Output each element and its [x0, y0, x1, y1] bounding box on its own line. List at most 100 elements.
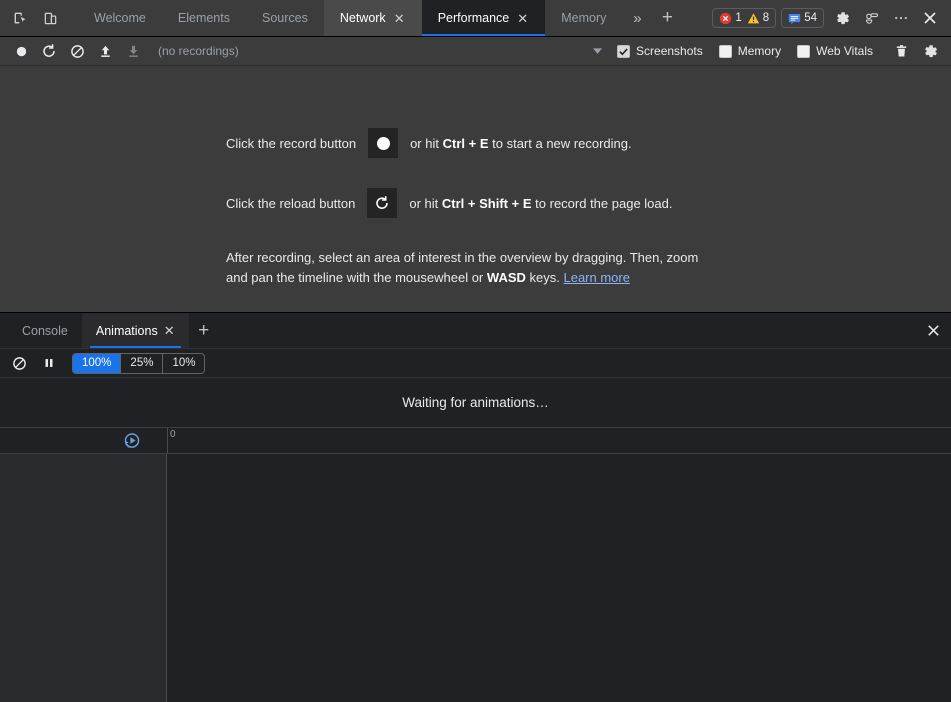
screenshots-checkbox-row[interactable]: Screenshots — [617, 44, 703, 58]
animations-empty-state: Waiting for animations… — [0, 378, 951, 428]
download-icon — [128, 45, 138, 57]
tab-close-icon[interactable]: ✕ — [393, 12, 406, 25]
performance-panel: Click the record button or hit Ctrl + E … — [0, 66, 951, 312]
settings-gear-icon[interactable] — [829, 5, 856, 32]
tab-label: Performance — [437, 11, 510, 25]
message-count: 54 — [804, 12, 817, 24]
more-options-icon[interactable] — [887, 5, 914, 32]
trash-icon — [896, 44, 906, 56]
inline-reload-button[interactable] — [367, 188, 398, 218]
save-profile-button[interactable] — [120, 39, 146, 63]
error-icon — [720, 12, 732, 24]
tab-close-icon[interactable]: ✕ — [516, 12, 529, 25]
tab-performance[interactable]: Performance ✕ — [421, 0, 546, 36]
devtools-main-tabbar: Welcome Elements Sources Network ✕ Perfo… — [0, 0, 951, 37]
inspect-element-icon[interactable] — [6, 4, 34, 32]
performance-landing-page: Click the record button or hit Ctrl + E … — [226, 128, 746, 288]
clear-icon — [70, 44, 84, 58]
clear-all-animations-button[interactable] — [6, 351, 32, 375]
overview-hint-part2: keys. — [529, 270, 560, 285]
reload-icon — [43, 44, 55, 57]
reload-and-record-button[interactable] — [36, 39, 62, 63]
web-vitals-checkbox[interactable] — [797, 44, 811, 58]
tab-label: Elements — [177, 11, 230, 25]
close-devtools-icon[interactable] — [916, 5, 943, 32]
error-counter: 1 — [719, 12, 742, 25]
load-profile-button[interactable] — [92, 39, 118, 63]
drawer-tab-label: Console — [22, 323, 68, 338]
issues-counter-group[interactable]: 1 8 — [712, 8, 777, 28]
playback-speed-group: 100% 25% 10% — [72, 352, 206, 374]
timeline-controls — [0, 428, 167, 453]
history-dropdown-icon[interactable] — [589, 47, 605, 55]
warning-counter: 8 — [747, 12, 769, 25]
drawer-add-tab-icon[interactable]: + — [189, 313, 219, 348]
collect-garbage-button[interactable] — [889, 39, 913, 63]
record-circle-icon — [16, 46, 26, 56]
gear-icon — [924, 44, 937, 57]
tab-memory[interactable]: Memory — [545, 0, 622, 36]
reload-instruction-mid: or hit — [409, 195, 439, 211]
inline-record-button[interactable] — [368, 128, 399, 158]
clear-icon — [12, 356, 26, 370]
animations-toolbar: 100% 25% 10% — [0, 349, 951, 378]
animation-timeline-header: 0 — [0, 428, 951, 454]
messages-counter-group[interactable]: 54 — [781, 8, 824, 28]
learn-more-link[interactable]: Learn more — [563, 270, 629, 285]
performance-toolbar: (no recordings) Screenshots Memory Web V… — [0, 37, 951, 66]
overview-hint-paragraph: After recording, select an area of inter… — [226, 248, 711, 288]
message-bubble-icon — [789, 13, 801, 24]
speed-option-25[interactable]: 25% — [121, 353, 164, 373]
recordings-status-text: (no recordings) — [158, 44, 239, 58]
web-vitals-label: Web Vitals — [816, 44, 873, 58]
speed-option-100[interactable]: 100% — [73, 353, 122, 373]
key-plus: + — [467, 195, 476, 211]
upload-icon — [100, 45, 110, 57]
screenshots-checkbox[interactable] — [617, 44, 631, 58]
reload-instruction-pre: Click the reload button — [226, 195, 356, 211]
memory-checkbox[interactable] — [718, 44, 732, 58]
drawer-close-icon[interactable] — [915, 313, 951, 348]
tab-label: Memory — [561, 11, 607, 25]
drawer-tab-console[interactable]: Console — [8, 313, 82, 348]
message-counter: 54 — [788, 12, 817, 25]
record-instruction-mid: or hit — [410, 135, 439, 151]
pause-icon — [45, 359, 53, 367]
customize-devtools-icon[interactable] — [858, 5, 885, 32]
tab-label: Sources — [261, 11, 308, 25]
tab-label: Network — [339, 11, 386, 25]
more-tabs-icon[interactable]: » — [622, 0, 652, 36]
warning-count: 8 — [762, 12, 770, 24]
tab-network[interactable]: Network ✕ — [323, 0, 422, 36]
pause-all-animations-button[interactable] — [36, 351, 62, 375]
tab-sources[interactable]: Sources — [246, 0, 324, 36]
waiting-text: Waiting for animations… — [402, 395, 549, 410]
devtools-drawer: Console Animations ✕ + 100% 25% 10% Wait… — [0, 312, 951, 702]
timeline-tick-label: 0 — [170, 429, 176, 440]
key-plus: + — [511, 195, 520, 211]
capture-settings-button[interactable] — [917, 39, 943, 63]
main-tab-list: Welcome Elements Sources Network ✕ Perfo… — [78, 0, 682, 36]
drawer-tabbar: Console Animations ✕ + — [0, 313, 951, 349]
key-ctrl: Ctrl — [441, 195, 465, 211]
replay-timeline-button[interactable] — [122, 431, 142, 451]
drawer-tab-animations[interactable]: Animations ✕ — [81, 313, 189, 348]
speed-option-10[interactable]: 10% — [163, 354, 204, 373]
animation-timeline-body — [0, 454, 951, 702]
tab-close-icon[interactable]: ✕ — [164, 324, 175, 337]
key-e: E — [522, 195, 532, 211]
device-toolbar-icon[interactable] — [36, 4, 64, 32]
clear-button[interactable] — [64, 39, 90, 63]
web-vitals-checkbox-row[interactable]: Web Vitals — [797, 44, 873, 58]
tab-label: Welcome — [94, 11, 146, 25]
memory-label: Memory — [737, 44, 782, 58]
record-button[interactable] — [8, 39, 34, 63]
tab-elements[interactable]: Elements — [162, 0, 246, 36]
tab-welcome[interactable]: Welcome — [78, 0, 162, 36]
animation-tracks-canvas[interactable] — [167, 454, 951, 702]
memory-checkbox-row[interactable]: Memory — [718, 44, 782, 58]
reload-icon — [376, 196, 389, 209]
error-count: 1 — [735, 12, 742, 24]
add-panel-icon[interactable]: + — [652, 0, 682, 36]
devtools-window: Welcome Elements Sources Network ✕ Perfo… — [0, 0, 951, 702]
